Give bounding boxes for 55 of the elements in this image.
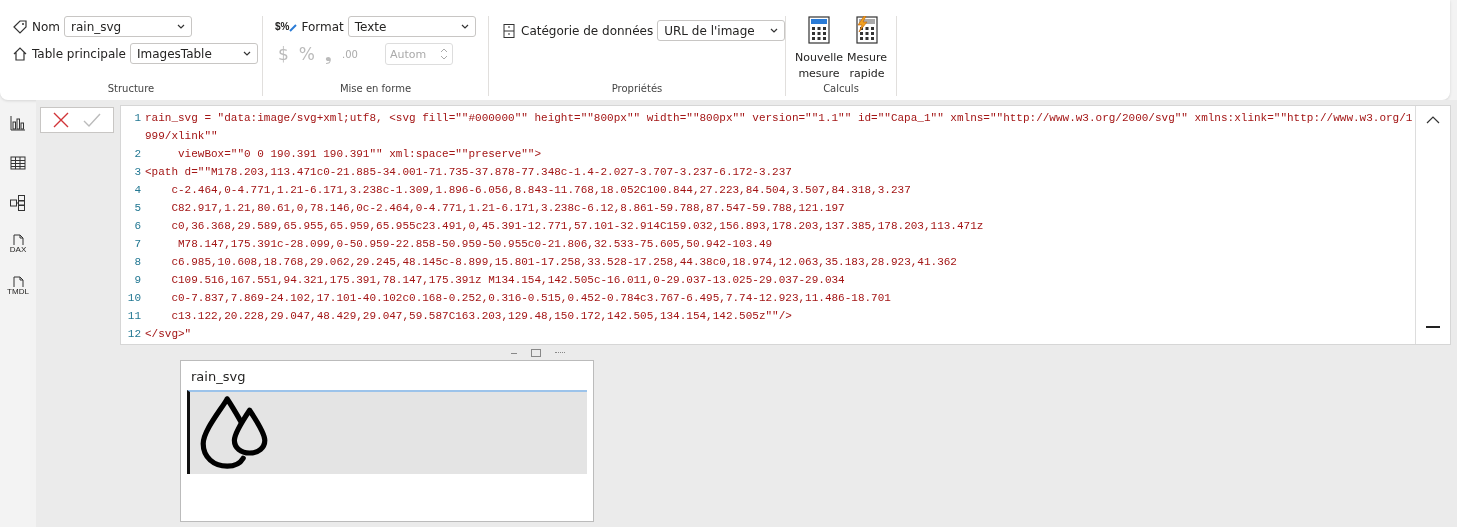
line-number: 1 [133,111,142,126]
line-number: 9 [133,273,142,288]
format-label: Format [301,19,344,34]
code-line: </svg>" [145,327,193,342]
collapse-icon[interactable] [1426,116,1440,124]
code-line: c0-7.837,7.869-24.102,17.101-40.102c0.168-0.252,0.316-0.515,0.452-0.784c3.767-6.495,7.74-12.923,11.486-18.701 [170,291,892,306]
view-icon[interactable] [9,154,27,172]
caret-icon [770,28,779,33]
line-number: 11 [126,309,142,324]
home-table-dropdown[interactable]: ImagesTable [129,43,258,64]
name-label: Nom [32,19,60,34]
name-dropdown[interactable]: rain_svg [64,16,192,37]
code-line: c0,36.368,29.589,65.955,65.959,65.955c23.491,0,45.391-12.771,57.101-32.914C159.032,156.893,178.203,137.385,178.203,113.471z [170,219,985,234]
tag-icon [12,18,28,35]
code-line: C82.917,1.21,80.61,0,78.146,0c-2.464,0-4.771,1.21-6.171,3.238c-6.12,8.861-59.788,87.547-59.788,121.197 [170,201,846,216]
line-number: 2 [133,147,142,162]
code-line: c-2.464,0-4.771,1.21-6.171,3.238c-1.309,1.896-6.056,8.843-11.768,18.052C100.844,27.223,84.504,3.507,84.318,3.237 [170,183,912,198]
format-dropdown[interactable]: Texte [347,16,476,37]
code-line: viewBox=""0 0 190.391 190.391"" xml:space=""preserve""> [177,147,543,162]
measure-button[interactable]: Mesure rapide [846,16,888,82]
group-label: Propriétés [610,83,664,96]
caret-icon [177,24,185,29]
line-number: 6 [133,219,142,234]
line-number: 8 [133,255,142,270]
group-label: Calculs [822,83,860,96]
cabinet-icon [501,22,517,39]
group-label: Mise en forme [338,83,413,96]
caret-icon [242,51,251,56]
code-line: rain_svg = "data:image/svg+xml;utf8, <svg fill=""#000000"" height=""800px"" width=""800px"" version=""1.1"" id=""Capa_1"" xmlns=""http://www.w3.org/2000/svg"" xmlns:xlink=""http://www.w3.org/1999/xlink"" [145,111,1414,144]
focus-mode-icon[interactable] [531,349,541,357]
caret-icon [460,24,469,29]
line-number: 10 [126,291,142,306]
code-line: C109.516,167.551,94.321,175.391,78.147,175.391z M134.154,142.505c-16.011,0-29.037-13.025-29.037-29.034 [170,273,846,288]
view-icon[interactable] [9,194,27,212]
calculator-icon [808,16,830,44]
line-number: 5 [133,201,142,216]
data-category-dropdown[interactable]: URL de l'image [657,20,786,41]
line-number: 3 [133,165,142,180]
home-icon [12,45,28,62]
code-line: M78.147,175.391c-28.099,0-50.959-22.858-50.959-50.955c0-21.806,32.533-75.605,50.942-103.49 [177,237,774,252]
measure-button[interactable]: Nouvelle mesure [794,16,844,82]
line-number: 4 [133,183,142,198]
line-number: 12 [126,327,142,342]
code-line: <path d=""M178.203,113.471c0-21.885-34.001-71.735-37.878-77.348c-1.4-2.027-3.707-3.237-6.172-3.237 [145,165,793,180]
home-table-label: Table principale [32,46,126,61]
view-icon[interactable] [9,114,27,132]
code-line: c13.122,20.228,29.047,48.429,29.047,59.587C163.203,129.48,150.172,142.505,134.154,142.505z""/> [170,309,793,324]
code-line: c6.985,10.608,18.768,29.062,29.245,48.145c-8.899,15.801-17.258,33.528-17.258,44.38c0,18.974,12.063,35.183,28.923,41.362 [170,255,958,270]
group-label: Structure [106,83,156,96]
data-category-label: Catégorie de données [521,23,654,38]
lightning-calculator-icon [856,16,878,44]
line-number: 7 [133,237,142,252]
column-header: rain_svg [190,368,247,386]
formula-editor[interactable] [120,105,1451,345]
close-icon[interactable] [53,112,69,128]
